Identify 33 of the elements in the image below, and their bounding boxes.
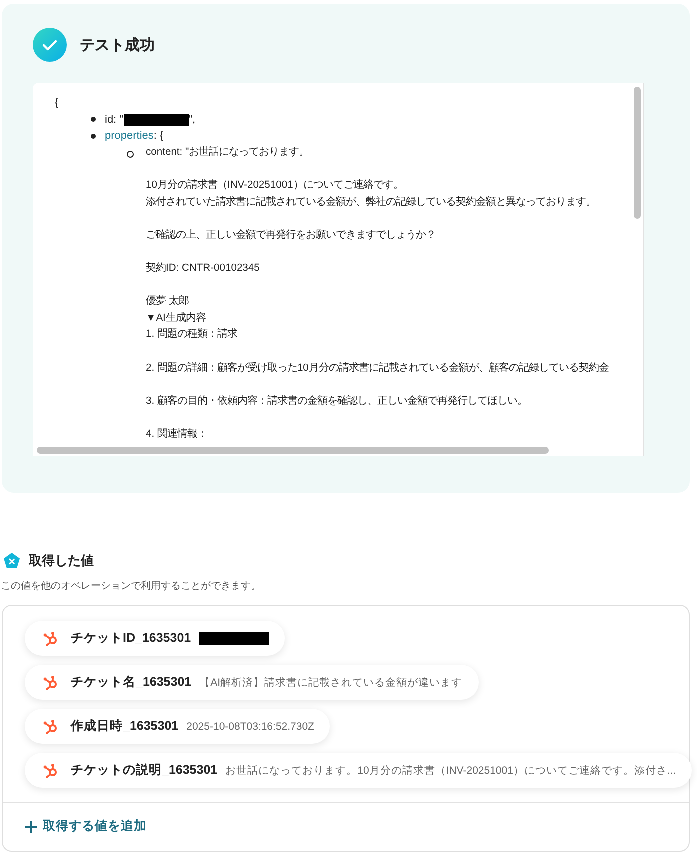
scrollbar[interactable] (634, 87, 641, 219)
scrollbar[interactable] (37, 447, 549, 454)
add-value-button[interactable]: 取得する値を追加 (25, 818, 147, 835)
code-text: 契約ID: CNTR-00102345 (146, 261, 261, 276)
code-text: 10月分の請求書（INV-20251001）についてご連絡です。 (146, 178, 404, 193)
code-text: ▼AI生成内容 (146, 311, 207, 326)
code-text: : { (154, 129, 164, 144)
code-text: 2. 問題の詳細：顧客が受け取った10月分の請求書に記載されている金額が、顧客の記録している契約金 (146, 361, 609, 376)
code-text: 添付されていた請求書に記載されている金額が、弊社の記録している契約金額と異なっております。 (146, 195, 597, 210)
value-chip[interactable]: チケット名_1635301 【AI解析済】請求書に記載されている金額が違います (25, 665, 479, 700)
hub-icon (43, 630, 59, 646)
code-text: ", (188, 112, 196, 128)
check-icon (33, 28, 67, 62)
code-text: ご確認の上、正しい金額で再発行をお願いできますでしょうか？ (146, 228, 437, 243)
plus-icon (25, 820, 37, 832)
code-text: id: " (105, 112, 124, 128)
code-text: 1. 問題の種類：請求 (146, 327, 238, 342)
value-chip[interactable]: チケットの説明_1635301 お世話になっております。10月分の請求書（INV-20251001）についてご連絡です。添付さ... (25, 753, 692, 788)
code-text: 4. 関連情報： (146, 427, 208, 442)
code-text: 3. 顧客の目的・依頼内容：請求書の金額を確認し、正しい金額で再発行してほしい。 (146, 394, 528, 409)
code-text: content: "お世話になっております。 (146, 145, 310, 160)
hub-icon (43, 674, 59, 690)
code-key: properties (105, 128, 154, 145)
section-title: 取得した値 (29, 552, 94, 570)
hub-icon (43, 762, 59, 778)
value-chip[interactable]: 作成日時_1635301 2025-10-08T03:16:52.730Z (25, 709, 330, 744)
code-text: { (55, 97, 59, 109)
code-text: 優夢 太郎 (146, 294, 190, 310)
pentagon-icon (3, 552, 21, 570)
section-description: この値を他のオペレーションで利用することができます。 (1, 580, 262, 593)
hub-icon (43, 718, 59, 734)
result-title: テスト成功 (80, 36, 155, 54)
value-chip[interactable]: チケットID_1635301 (25, 621, 286, 656)
